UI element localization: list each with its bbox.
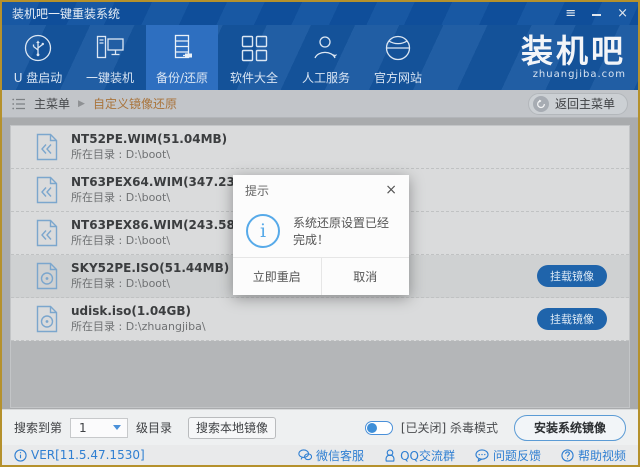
wechat-support-link[interactable]: 微信客服	[298, 447, 364, 464]
search-bar: 搜索到第 1 级目录 搜索本地镜像 [已关闭] 杀毒模式 安装系统镜像	[2, 409, 638, 445]
breadcrumb-main-menu[interactable]: 主菜单	[34, 95, 70, 112]
antivirus-mode-label: [已关闭] 杀毒模式	[401, 419, 498, 436]
iso-file-icon	[35, 262, 59, 290]
image-path: 所在目录 : D:\boot\	[71, 278, 229, 290]
toggle-knob	[367, 423, 377, 433]
brand-logo: 装机吧 zhuangjiba.com	[521, 25, 638, 90]
breadcrumb-current-page: 自定义镜像还原	[93, 95, 177, 112]
antivirus-toggle[interactable]	[365, 421, 393, 435]
main-nav: U 盘启动 一键装机 备份/	[2, 25, 638, 90]
wim-file-icon	[35, 219, 59, 247]
qq-group-link[interactable]: QQ交流群	[384, 447, 455, 464]
image-row-nt52pe[interactable]: NT52PE.WIM(51.04MB) 所在目录 : D:\boot\	[11, 126, 629, 169]
breadcrumb: 主菜单 ▶ 自定义镜像还原 返回主菜单	[2, 90, 638, 118]
image-path: 所在目录 : D:\boot\	[71, 149, 227, 161]
brand-logo-text: 装机吧	[521, 35, 626, 69]
nav-label: U 盘启动	[14, 69, 63, 86]
version-info: VER[11.5.47.1530]	[14, 448, 145, 462]
image-name: udisk.iso(1.04GB)	[71, 305, 206, 318]
close-icon[interactable]: ×	[617, 7, 628, 20]
nav-item-website[interactable]: 官方网站	[362, 25, 434, 90]
help-question-icon	[561, 449, 574, 462]
breadcrumb-arrow-icon: ▶	[78, 99, 85, 109]
feedback-link[interactable]: 问题反馈	[475, 447, 541, 464]
nav-item-usb-boot[interactable]: U 盘启动	[2, 25, 74, 90]
info-icon: i	[246, 214, 280, 248]
chevron-down-icon	[113, 425, 121, 430]
nav-label: 软件大全	[230, 69, 278, 86]
dialog-header: 提示 ×	[233, 175, 409, 205]
computer-icon	[94, 32, 126, 64]
image-path: 所在目录 : D:\zhuangjiba\	[71, 321, 206, 333]
window-title: 装机吧一键重装系统	[12, 5, 120, 22]
app-window: 装机吧一键重装系统 ≡ × U 盘启动	[0, 0, 640, 467]
dialog-message: 系统还原设置已经完成！	[293, 214, 396, 248]
version-text: VER[11.5.47.1530]	[31, 448, 145, 462]
nav-item-support[interactable]: 人工服务	[290, 25, 362, 90]
prompt-dialog: 提示 × i 系统还原设置已经完成！ 立即重启 取消	[233, 175, 409, 295]
nav-label: 人工服务	[302, 69, 350, 86]
dialog-close-icon[interactable]: ×	[385, 183, 397, 197]
install-system-image-button[interactable]: 安装系统镜像	[514, 415, 626, 441]
depth-select[interactable]: 1	[70, 418, 128, 438]
mount-image-button[interactable]: 挂载镜像	[537, 308, 607, 330]
nav-label: 官方网站	[374, 69, 422, 86]
image-row-udisk[interactable]: udisk.iso(1.04GB) 所在目录 : D:\zhuangjiba\ …	[11, 298, 629, 341]
restart-now-button[interactable]: 立即重启	[233, 258, 322, 295]
minimize-icon[interactable]	[592, 7, 601, 20]
nav-item-software[interactable]: 软件大全	[218, 25, 290, 90]
usb-icon	[22, 32, 54, 64]
menu-icon[interactable]: ≡	[565, 7, 576, 20]
title-bar: 装机吧一键重装系统 ≡ ×	[2, 2, 638, 25]
nav-item-one-key-install[interactable]: 一键装机	[74, 25, 146, 90]
image-name: SKY52PE.ISO(51.44MB)	[71, 262, 229, 275]
wechat-icon	[298, 449, 312, 461]
return-main-menu-label: 返回主菜单	[555, 95, 615, 112]
image-name: NT52PE.WIM(51.04MB)	[71, 133, 227, 146]
nav-item-backup-restore[interactable]: 备份/还原	[146, 25, 218, 90]
help-videos-link[interactable]: 帮助视频	[561, 447, 626, 464]
info-circle-icon	[14, 449, 27, 462]
wim-file-icon	[35, 176, 59, 204]
footer-bar: VER[11.5.47.1530] 微信客服 QQ交流群	[2, 445, 638, 465]
nav-label: 一键装机	[86, 69, 134, 86]
qq-icon	[384, 449, 396, 462]
search-depth-suffix-label: 级目录	[136, 419, 172, 436]
brand-domain: zhuangjiba.com	[533, 69, 626, 80]
dialog-title: 提示	[245, 182, 269, 199]
nav-label: 备份/还原	[156, 69, 208, 86]
globe-icon	[382, 32, 414, 64]
wim-file-icon	[35, 133, 59, 161]
apps-grid-icon	[238, 32, 270, 64]
feedback-bubble-icon	[475, 449, 489, 462]
search-depth-prefix-label: 搜索到第	[14, 419, 62, 436]
depth-select-value: 1	[79, 421, 87, 435]
backup-restore-icon	[166, 32, 198, 64]
search-local-images-button[interactable]: 搜索本地镜像	[188, 417, 276, 439]
mount-image-button[interactable]: 挂载镜像	[537, 265, 607, 287]
cancel-button[interactable]: 取消	[322, 258, 410, 295]
dialog-footer: 立即重启 取消	[233, 257, 409, 295]
back-arrow-icon	[533, 96, 549, 112]
list-icon	[12, 98, 26, 110]
person-icon	[310, 32, 342, 64]
iso-file-icon	[35, 305, 59, 333]
dialog-body: i 系统还原设置已经完成！	[233, 205, 409, 257]
return-main-menu-button[interactable]: 返回主菜单	[528, 93, 628, 115]
